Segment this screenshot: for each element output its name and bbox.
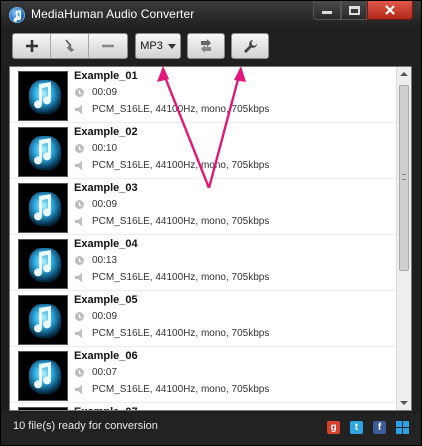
file-list[interactable]: Example_01 00:09 PCM_S16LE, 44100Hz, mono,…	[9, 66, 412, 411]
facebook-icon[interactable]: f	[373, 421, 386, 434]
music-note-icon	[18, 351, 68, 401]
speaker-icon	[75, 217, 82, 226]
music-note-icon	[18, 183, 68, 233]
plus-icon	[25, 40, 38, 52]
app-logo-icon	[9, 7, 25, 23]
convert-button[interactable]	[187, 33, 225, 59]
list-item[interactable]: Example_03 00:09 PCM_S16LE, 44100Hz, mono,…	[10, 179, 398, 235]
item-spec: PCM_S16LE, 44100Hz, mono, 705kbps	[92, 104, 270, 115]
item-title: Example_04	[74, 238, 138, 250]
clock-icon	[75, 88, 84, 97]
item-duration: 00:13	[92, 255, 118, 266]
item-title: Example_01	[74, 70, 138, 82]
convert-icon	[201, 39, 211, 53]
app-window: MediaHuman Audio Converter MP3 Example_0…	[0, 0, 422, 446]
speaker-icon	[75, 385, 82, 394]
item-duration: 00:09	[92, 87, 118, 98]
speaker-icon	[75, 273, 82, 282]
window-title: MediaHuman Audio Converter	[31, 7, 195, 21]
item-spec: PCM_S16LE, 44100Hz, mono, 705kbps	[92, 272, 270, 283]
item-spec: PCM_S16LE, 44100Hz, mono, 705kbps	[92, 384, 270, 395]
minimize-button[interactable]	[313, 1, 341, 20]
list-item[interactable]: Example_04 00:13 PCM_S16LE, 44100Hz, mono,…	[10, 235, 398, 291]
music-note-icon	[18, 407, 68, 410]
speaker-icon	[75, 105, 82, 114]
clock-icon	[75, 144, 84, 153]
item-title: Example_02	[74, 126, 138, 138]
windows-icon[interactable]	[396, 421, 409, 434]
scroll-down-icon[interactable]	[400, 401, 408, 405]
scrollbar-thumb[interactable]	[399, 85, 409, 271]
item-duration: 00:10	[92, 143, 118, 154]
close-icon	[385, 5, 395, 15]
music-note-icon	[18, 239, 68, 289]
status-text: 10 file(s) ready for conversion	[13, 420, 158, 432]
item-spec: PCM_S16LE, 44100Hz, mono, 705kbps	[92, 216, 270, 227]
speaker-icon	[75, 329, 82, 338]
music-note-icon	[18, 295, 68, 345]
list-item[interactable]: Example_07	[10, 403, 398, 410]
music-note-icon	[18, 71, 68, 121]
title-bar[interactable]: MediaHuman Audio Converter	[1, 1, 421, 29]
item-duration: 00:07	[92, 367, 118, 378]
clock-icon	[75, 368, 84, 377]
chevron-down-icon	[167, 43, 176, 49]
item-duration: 00:09	[92, 199, 118, 210]
window-controls	[313, 1, 413, 20]
status-bar: 10 file(s) ready for conversion g t f	[2, 413, 420, 445]
item-duration: 00:09	[92, 311, 118, 322]
wrench-icon	[243, 39, 257, 53]
clear-list-button[interactable]	[51, 34, 89, 58]
minus-icon	[102, 44, 114, 48]
google-plus-icon[interactable]: g	[327, 421, 340, 434]
item-title: Example_07	[74, 406, 138, 410]
add-files-button[interactable]	[13, 34, 51, 58]
vertical-scrollbar[interactable]	[396, 67, 411, 410]
grip-icon	[402, 174, 406, 180]
list-item[interactable]: Example_06 00:07 PCM_S16LE, 44100Hz, mono,…	[10, 347, 398, 403]
clock-icon	[75, 200, 84, 209]
item-spec: PCM_S16LE, 44100Hz, mono, 705kbps	[92, 160, 270, 171]
broom-icon	[64, 39, 74, 52]
settings-button[interactable]	[231, 33, 269, 59]
item-spec: PCM_S16LE, 44100Hz, mono, 705kbps	[92, 328, 270, 339]
twitter-icon[interactable]: t	[350, 421, 363, 434]
remove-file-button[interactable]	[89, 34, 127, 58]
minimize-icon	[322, 11, 332, 14]
clock-icon	[75, 312, 84, 321]
format-value: MP3	[140, 40, 163, 52]
item-title: Example_06	[74, 350, 138, 362]
list-item[interactable]: Example_02 00:10 PCM_S16LE, 44100Hz, mono,…	[10, 123, 398, 179]
close-button[interactable]	[367, 1, 413, 20]
scroll-up-icon[interactable]	[400, 72, 408, 76]
item-title: Example_05	[74, 294, 138, 306]
maximize-button[interactable]	[341, 1, 367, 20]
clock-icon	[75, 256, 84, 265]
item-title: Example_03	[74, 182, 138, 194]
toolbar: MP3	[2, 29, 420, 65]
speaker-icon	[75, 161, 82, 170]
maximize-icon	[348, 5, 360, 15]
list-item[interactable]: Example_05 00:09 PCM_S16LE, 44100Hz, mono,…	[10, 291, 398, 347]
list-item[interactable]: Example_01 00:09 PCM_S16LE, 44100Hz, mono,…	[10, 67, 398, 123]
format-dropdown[interactable]: MP3	[135, 33, 181, 59]
music-note-icon	[18, 127, 68, 177]
file-actions-group	[12, 33, 128, 59]
